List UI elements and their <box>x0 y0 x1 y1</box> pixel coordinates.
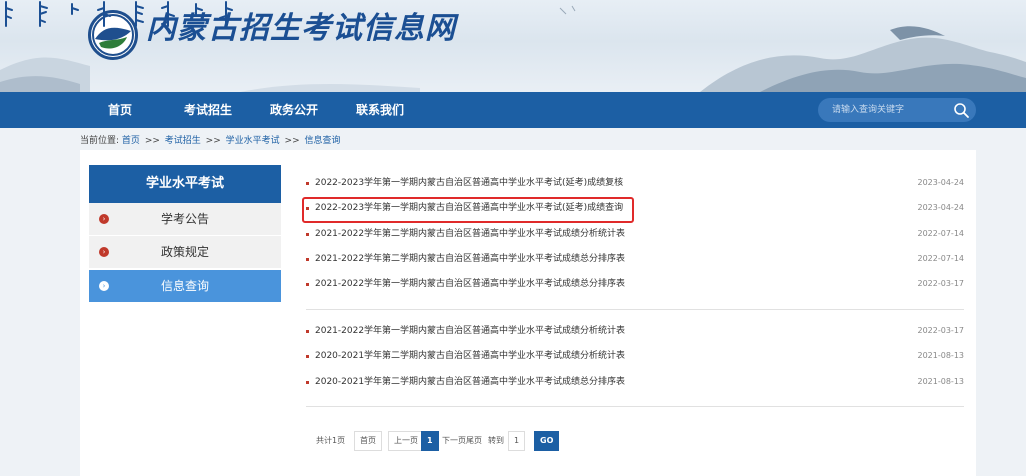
pager-next-last[interactable]: 下一页尾页 <box>442 431 482 451</box>
news-title[interactable]: 2022-2023学年第一学期内蒙古自治区普通高中学业水平考试(延考)成绩复核 <box>315 173 623 193</box>
bullet-icon <box>306 182 309 185</box>
news-date: 2023-04-24 <box>917 203 965 212</box>
nav-exam-admission[interactable]: 考试招生 <box>184 92 232 128</box>
news-item[interactable]: 2021-2022学年第一学期内蒙古自治区普通高中学业水平考试成绩总分排序表 2… <box>306 274 964 294</box>
news-date: 2023-04-24 <box>917 178 965 187</box>
news-title[interactable]: 2020-2021学年第二学期内蒙古自治区普通高中学业水平考试成绩总分排序表 <box>315 372 625 392</box>
bullet-icon <box>306 381 309 384</box>
bullet-icon <box>306 233 309 236</box>
news-title[interactable]: 2021-2022学年第一学期内蒙古自治区普通高中学业水平考试成绩总分排序表 <box>315 274 625 294</box>
news-title[interactable]: 2021-2022学年第一学期内蒙古自治区普通高中学业水平考试成绩分析统计表 <box>315 321 625 341</box>
bullet-icon <box>306 258 309 261</box>
nav-contact-us[interactable]: 联系我们 <box>356 92 404 128</box>
pager-current-page[interactable]: 1 <box>421 431 439 451</box>
highlight-box <box>302 197 634 223</box>
list-divider <box>306 406 964 407</box>
news-item[interactable]: 2022-2023学年第一学期内蒙古自治区普通高中学业水平考试(延考)成绩复核 … <box>306 173 964 193</box>
bullet-icon <box>306 330 309 333</box>
site-header: 内蒙古招生考试信息网 <box>0 0 1026 92</box>
list-divider <box>306 309 964 310</box>
sidebar-item-announcements[interactable]: › 学考公告 <box>89 203 281 236</box>
sidebar-item-info-query[interactable]: › 信息查询 <box>89 270 281 303</box>
news-date: 2021-08-13 <box>917 377 965 386</box>
news-title[interactable]: 2021-2022学年第二学期内蒙古自治区普通高中学业水平考试成绩总分排序表 <box>315 249 625 269</box>
search-icon[interactable] <box>952 101 970 119</box>
breadcrumb-academic-test[interactable]: 学业水平考试 <box>226 136 280 146</box>
mongolian-script-logo <box>5 1 233 27</box>
news-item[interactable]: 2020-2021学年第二学期内蒙古自治区普通高中学业水平考试成绩分析统计表 2… <box>306 346 964 366</box>
content-panel: 学业水平考试 › 学考公告 › 政策规定 › 信息查询 2022-2023学年第… <box>80 150 976 476</box>
news-title[interactable]: 2020-2021学年第二学期内蒙古自治区普通高中学业水平考试成绩分析统计表 <box>315 346 625 366</box>
breadcrumb-prefix: 当前位置: <box>80 136 120 146</box>
bullet-icon <box>306 283 309 286</box>
breadcrumb-separator: >> <box>284 136 300 146</box>
search-box <box>818 98 976 122</box>
bullet-icon <box>306 355 309 358</box>
breadcrumb-separator: >> <box>205 136 221 146</box>
sidebar-item-label: 信息查询 <box>160 279 209 293</box>
breadcrumb-exam-admission[interactable]: 考试招生 <box>165 136 201 146</box>
breadcrumb-info-query[interactable]: 信息查询 <box>305 136 341 146</box>
news-item[interactable]: 2021-2022学年第二学期内蒙古自治区普通高中学业水平考试成绩总分排序表 2… <box>306 249 964 269</box>
news-item[interactable]: 2020-2021学年第二学期内蒙古自治区普通高中学业水平考试成绩总分排序表 2… <box>306 372 964 392</box>
news-title[interactable]: 2021-2022学年第二学期内蒙古自治区普通高中学业水平考试成绩分析统计表 <box>315 224 625 244</box>
breadcrumb-separator: >> <box>144 136 160 146</box>
pager-goto-input[interactable]: 1 <box>508 431 526 451</box>
pager-total: 共计1页 <box>316 436 346 445</box>
search-input[interactable] <box>832 98 942 122</box>
breadcrumb-home[interactable]: 首页 <box>122 136 140 146</box>
news-item[interactable]: 2021-2022学年第一学期内蒙古自治区普通高中学业水平考试成绩分析统计表 2… <box>306 321 964 341</box>
pager-first-button[interactable]: 首页 <box>354 431 382 451</box>
pager-goto-label: 转到 <box>488 436 504 445</box>
sidebar-item-label: 政策规定 <box>160 245 209 259</box>
pager-prev-button[interactable]: 上一页 <box>388 431 424 451</box>
sidebar-title: 学业水平考试 <box>89 165 281 203</box>
nav-home[interactable]: 首页 <box>108 92 132 128</box>
news-date: 2022-07-14 <box>917 254 965 263</box>
nav-government-affairs[interactable]: 政务公开 <box>270 92 318 128</box>
news-date: 2022-03-17 <box>917 279 965 288</box>
sidebar-item-label: 学考公告 <box>160 212 209 226</box>
breadcrumb: 当前位置: 首页 >> 考试招生 >> 学业水平考试 >> 信息查询 <box>80 133 341 146</box>
news-date: 2022-07-14 <box>917 229 965 238</box>
news-date: 2021-08-13 <box>917 351 965 360</box>
pager-go-button[interactable]: GO <box>534 431 560 451</box>
news-item[interactable]: 2021-2022学年第二学期内蒙古自治区普通高中学业水平考试成绩分析统计表 2… <box>306 224 964 244</box>
news-date: 2022-03-17 <box>917 326 965 335</box>
sidebar-item-policies[interactable]: › 政策规定 <box>89 236 281 269</box>
